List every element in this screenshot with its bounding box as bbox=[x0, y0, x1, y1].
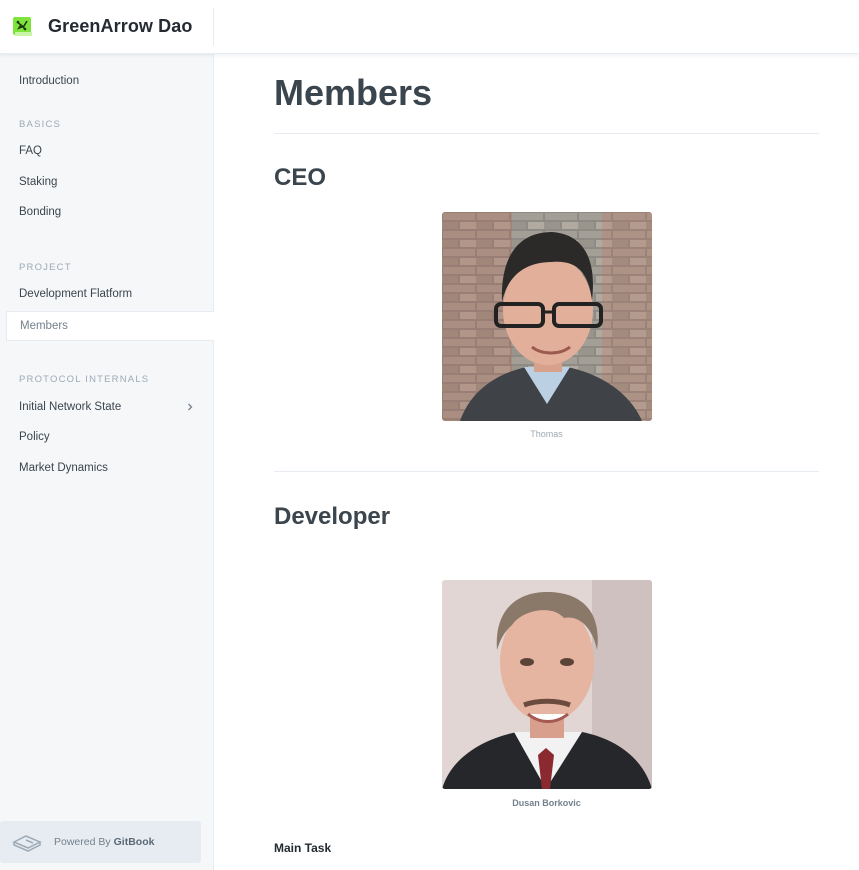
greenarrow-logo-icon bbox=[12, 16, 34, 38]
sidebar-section-protocol-internals: PROTOCOL INTERNALS bbox=[19, 374, 150, 385]
powered-by-text: Powered By bbox=[54, 836, 111, 848]
sidebar-item-label: Market Dynamics bbox=[19, 462, 108, 474]
sidebar-item-policy[interactable]: Policy bbox=[0, 422, 214, 452]
sidebar-item-label: Introduction bbox=[19, 75, 80, 87]
sidebar-item-staking[interactable]: Staking bbox=[0, 167, 214, 197]
sidebar-section-basics: BASICS bbox=[19, 119, 62, 130]
sidebar-item-members[interactable]: Members bbox=[6, 311, 214, 341]
gitbook-icon bbox=[12, 832, 42, 852]
sidebar: Introduction BASICS FAQ Staking Bonding … bbox=[0, 54, 214, 870]
sidebar-item-label: Members bbox=[20, 320, 68, 332]
sidebar-item-bonding[interactable]: Bonding bbox=[0, 197, 214, 227]
sidebar-item-label: Policy bbox=[19, 431, 50, 443]
sidebar-item-label: Staking bbox=[19, 176, 58, 188]
powered-by-gitbook-link[interactable]: Powered By GitBook bbox=[0, 821, 201, 863]
sidebar-item-label: Development Flatform bbox=[19, 288, 133, 300]
top-header: GreenArrow Dao bbox=[0, 0, 859, 54]
sidebar-item-label: FAQ bbox=[19, 145, 43, 157]
sidebar-section-project: PROJECT bbox=[19, 262, 72, 273]
section-heading-ceo: CEO bbox=[274, 164, 327, 191]
sidebar-item-label: Initial Network State bbox=[19, 401, 122, 413]
gitbook-brand: GitBook bbox=[113, 836, 155, 848]
sidebar-item-label: Bonding bbox=[19, 206, 62, 218]
page-title: Members bbox=[274, 72, 433, 113]
ceo-photo[interactable] bbox=[442, 212, 652, 421]
section-heading-developer: Developer bbox=[274, 503, 391, 530]
section-divider bbox=[274, 471, 819, 472]
brand-link[interactable]: GreenArrow Dao bbox=[0, 7, 214, 46]
sidebar-item-faq[interactable]: FAQ bbox=[0, 136, 214, 166]
ceo-caption: Thomas bbox=[530, 429, 563, 439]
sidebar-item-initial-network-state[interactable]: Initial Network State bbox=[0, 392, 214, 422]
sidebar-item-development-flatform[interactable]: Development Flatform bbox=[0, 279, 214, 309]
chevron-right-icon[interactable] bbox=[184, 401, 196, 413]
main-task-heading: Main Task bbox=[274, 841, 332, 855]
developer-photo[interactable] bbox=[442, 580, 652, 789]
developer-caption: Dusan Borkovic bbox=[512, 798, 581, 808]
title-divider bbox=[274, 133, 819, 134]
site-title: GreenArrow Dao bbox=[48, 16, 193, 36]
sidebar-item-market-dynamics[interactable]: Market Dynamics bbox=[0, 453, 214, 483]
sidebar-item-introduction[interactable]: Introduction bbox=[0, 66, 214, 96]
